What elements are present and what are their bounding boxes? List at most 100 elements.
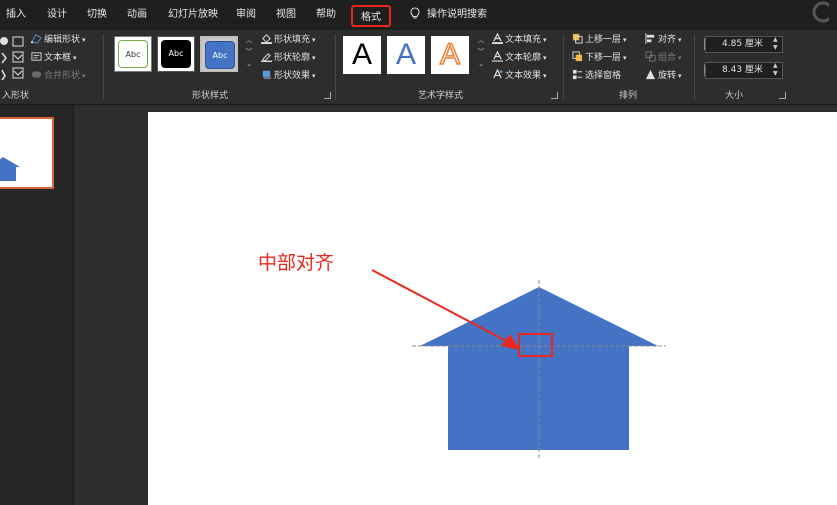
send-backward-label: 下移一层 [585,53,622,63]
shape-outline-button[interactable]: 形状轮廓 ▾ [261,51,316,65]
dialog-launcher-icon[interactable] [779,92,786,99]
more-styles-icon: ⌄ [246,60,252,68]
selection-pane-icon [572,69,583,80]
annotation-label: 中部对齐 [258,252,335,274]
wordart-styles-scroll[interactable]: ︿ ﹀ ⌄ [475,34,487,70]
lightbulb-icon [410,7,420,19]
merge-shapes-button[interactable]: 合并形状 ▾ [31,69,86,83]
text-effects-icon [493,69,503,79]
slide-canvas[interactable] [148,112,837,505]
shape-width-input[interactable]: 8.43 厘米 [705,62,783,79]
width-spinner-arrows-icon[interactable]: ▲ ▼ [773,62,778,78]
text-effects-button[interactable]: 文本效果 ▾ [492,69,547,83]
group-divider [103,34,104,100]
dialog-launcher-icon[interactable] [324,92,331,99]
pen-outline-icon [261,53,272,62]
group-button[interactable]: 组合 ▾ [645,51,682,65]
scroll-up-icon: ︿ [477,36,485,44]
shape-style-swatch-text: Abc [161,40,191,68]
tab-design[interactable]: 设计 [47,0,67,30]
edit-shape-button[interactable]: 编辑形状 ▾ [31,33,86,47]
text-outline-button[interactable]: 文本轮廓 ▾ [492,51,547,65]
tab-slideshow[interactable]: 幻灯片放映 [168,0,218,30]
text-box-icon [31,52,42,61]
group-label: 组合 [658,53,677,63]
shape-effects-button[interactable]: 形状效果 ▾ [261,69,316,83]
scroll-up-icon: ︿ [245,36,253,44]
send-backward-button[interactable]: 下移一层 ▾ [572,51,627,65]
size-group-label: 大小 [725,91,744,101]
shape-outline-label: 形状轮廓 [274,53,311,63]
wordart-styles-group-label: 艺术字样式 [418,91,464,101]
text-fill-button[interactable]: 文本填充 ▾ [492,33,547,47]
slide-thumbnail-1[interactable] [0,117,54,189]
text-effects-label: 文本效果 [505,71,542,81]
align-button[interactable]: 对齐 ▾ [645,33,682,47]
dialog-launcher-icon[interactable] [551,92,558,99]
arrange-group-label: 排列 [619,91,638,101]
scroll-down-icon: ﹀ [477,48,485,56]
slide-thumbnail-pane [0,105,74,505]
more-styles-icon: ⌄ [478,60,484,68]
shape-style-outline-green[interactable]: Abc [114,36,152,72]
rotate-label: 旋转 [658,71,677,81]
shape-fill-button[interactable]: 形状填充 ▾ [261,33,316,47]
tab-help[interactable]: 帮助 [316,0,336,30]
ribbon-tab-bar: 插入 设计 切换 动画 幻灯片放映 审阅 视图 帮助 格式 操作说明搜索 [0,0,837,30]
text-box-label: 文本框 [44,53,72,63]
thumbnail-house-shape [0,157,20,181]
wordart-style-black[interactable]: A [343,36,381,74]
align-icon [645,33,655,44]
rotate-icon [645,69,656,80]
selection-pane-label: 选择窗格 [585,71,622,81]
text-outline-label: 文本轮廓 [505,53,542,63]
bring-forward-label: 上移一层 [585,35,622,45]
group-divider [335,34,336,100]
shape-styles-group-label: 形状样式 [192,91,229,101]
height-spinner-arrows-icon[interactable]: ▲ ▼ [773,36,778,52]
shape-effects-label: 形状效果 [274,71,311,81]
group-divider [694,34,695,100]
group-divider [563,34,564,100]
text-box-button[interactable]: 文本框 ▾ [31,51,77,65]
rotate-button[interactable]: 旋转 ▾ [645,69,682,83]
partial-circle-icon [812,1,829,23]
merge-shapes-icon [31,71,42,78]
tab-insert[interactable]: 插入 [6,0,26,30]
bring-forward-icon [572,33,583,44]
shape-style-blue-selected[interactable]: Abc [200,36,238,72]
shape-style-black[interactable]: Abc [157,36,195,72]
selection-pane-button[interactable]: 选择窗格 [572,69,621,83]
shape-styles-scroll[interactable]: ︿ ﹀ ⌄ [243,34,255,70]
paint-bucket-icon [261,34,272,44]
format-ribbon: 编辑形状 ▾ 文本框 ▾ 合并形状 ▾ 入形状 Abc Abc Abc ︿ ﹀ ⌄ 形… [0,30,837,105]
scroll-down-icon: ﹀ [245,48,253,56]
tab-review[interactable]: 审阅 [236,0,256,30]
text-fill-icon [492,33,503,44]
shape-gallery-icon[interactable] [0,36,28,80]
group-objects-icon [645,51,656,62]
shape-fill-label: 形状填充 [274,35,311,45]
shape-style-swatch-text: Abc [118,40,148,68]
align-label: 对齐 [658,35,677,45]
shape-effects-icon [262,70,272,80]
tab-view[interactable]: 视图 [276,0,296,30]
tell-me-search[interactable]: 操作说明搜索 [409,0,487,30]
merge-shapes-label: 合并形状 [44,71,81,81]
insert-shapes-group-label: 入形状 [2,91,30,101]
tab-animations[interactable]: 动画 [127,0,147,30]
bring-forward-button[interactable]: 上移一层 ▾ [572,33,627,47]
text-outline-icon [492,51,503,62]
text-fill-label: 文本填充 [505,35,542,45]
edit-shape-label: 编辑形状 [44,35,81,45]
wordart-style-blue[interactable]: A [387,36,425,74]
wordart-style-orange-outline[interactable]: A [431,36,469,74]
shape-width-value: 8.43 厘米 [722,65,763,75]
shape-height-value: 4.85 厘米 [722,39,763,49]
edit-shape-icon [31,34,42,44]
tab-format[interactable]: 格式 [351,5,391,27]
shape-height-input[interactable]: 4.85 厘米 [705,36,783,53]
tab-transitions[interactable]: 切换 [87,0,107,30]
shape-style-swatch-text: Abc [205,41,235,69]
send-backward-icon [572,51,583,62]
